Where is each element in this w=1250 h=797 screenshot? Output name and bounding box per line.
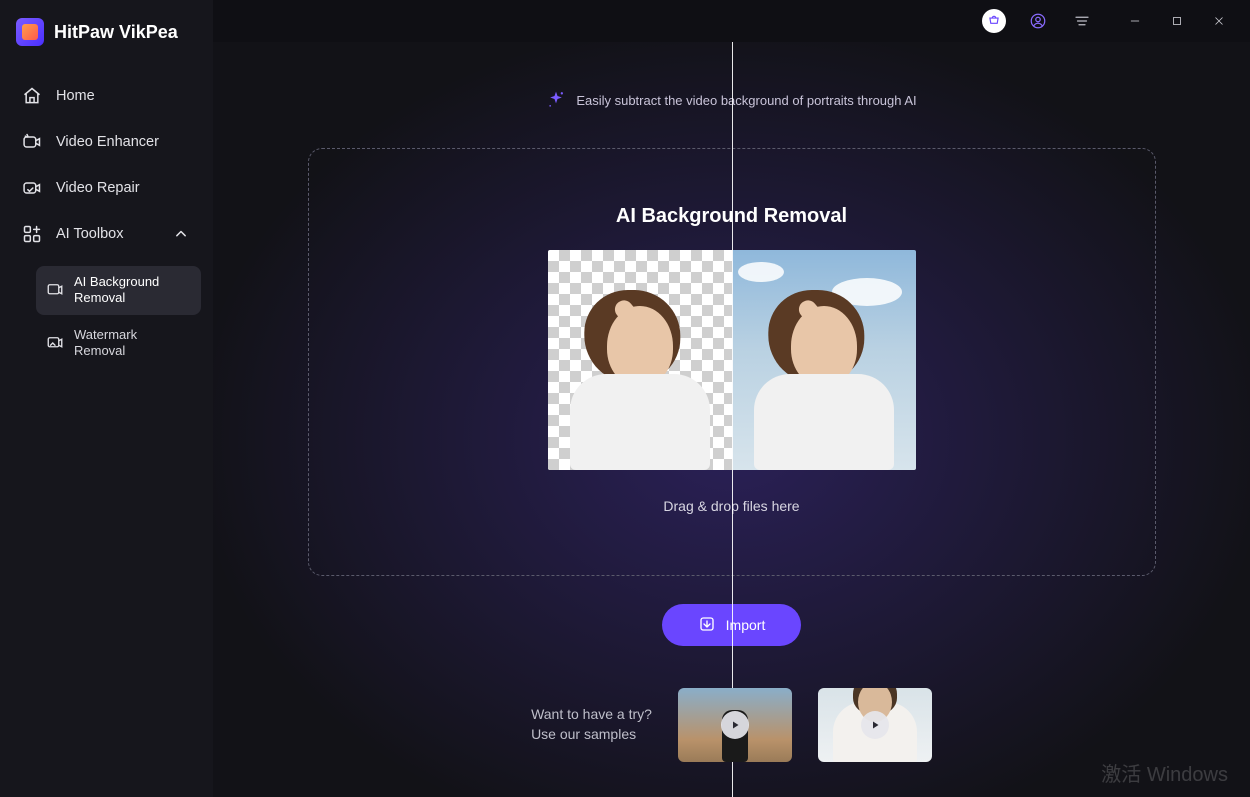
watermark-remove-icon [46, 334, 64, 352]
dropzone[interactable]: AI Background Removal [308, 148, 1156, 576]
window-controls [1118, 7, 1236, 35]
video-repair-icon [22, 178, 42, 198]
cart-button[interactable] [982, 9, 1006, 33]
primary-nav: Home Video Enhancer Video Repair AI Tool… [12, 76, 201, 367]
titlebar [213, 0, 1250, 42]
subnav-watermark-removal[interactable]: Watermark Removal [36, 319, 201, 368]
sparkle-icon [546, 90, 566, 110]
nav-ai-toolbox[interactable]: AI Toolbox [12, 214, 201, 254]
app-logo-icon [16, 18, 44, 46]
nav-video-repair[interactable]: Video Repair [12, 168, 201, 208]
nav-video-enhancer[interactable]: Video Enhancer [12, 122, 201, 162]
brand-name: HitPaw VikPea [54, 22, 178, 43]
samples-line2: Use our samples [531, 725, 652, 745]
content: Easily subtract the video background of … [213, 42, 1250, 797]
sample-video-2[interactable] [818, 688, 932, 762]
grid-plus-icon [22, 224, 42, 244]
menu-button[interactable] [1070, 9, 1094, 33]
sample-video-1[interactable] [678, 688, 792, 762]
nav-label: Home [56, 88, 95, 104]
nav-home[interactable]: Home [12, 76, 201, 116]
nav-label: Video Repair [56, 180, 140, 196]
account-button[interactable] [1026, 9, 1050, 33]
samples-text: Want to have a try? Use our samples [531, 705, 652, 744]
samples-line1: Want to have a try? [531, 705, 652, 725]
preview-original-side [732, 250, 916, 470]
samples-row: Want to have a try? Use our samples [531, 688, 932, 762]
bg-remove-icon [46, 281, 64, 299]
nav-label: AI Toolbox [56, 226, 123, 242]
close-button[interactable] [1202, 7, 1236, 35]
main-area: Easily subtract the video background of … [213, 0, 1250, 797]
sidebar: HitPaw VikPea Home Video Enhancer Video … [0, 0, 213, 797]
nav-label: Video Enhancer [56, 134, 159, 150]
video-enhancer-icon [22, 132, 42, 152]
play-icon [721, 711, 749, 739]
home-icon [22, 86, 42, 106]
subnav-ai-background-removal[interactable]: AI Background Removal [36, 266, 201, 315]
headline-text: Easily subtract the video background of … [576, 93, 916, 108]
ai-toolbox-subnav: AI Background Removal Watermark Removal [36, 266, 201, 367]
subnav-label: AI Background Removal [74, 274, 184, 307]
minimize-button[interactable] [1118, 7, 1152, 35]
chevron-up-icon [171, 224, 191, 244]
preview-transparent-side [548, 250, 732, 470]
compare-divider [732, 250, 734, 470]
brand: HitPaw VikPea [16, 18, 197, 46]
play-icon [861, 711, 889, 739]
maximize-button[interactable] [1160, 7, 1194, 35]
preview-image [548, 250, 916, 470]
import-icon [698, 615, 716, 636]
subnav-label: Watermark Removal [74, 327, 184, 360]
